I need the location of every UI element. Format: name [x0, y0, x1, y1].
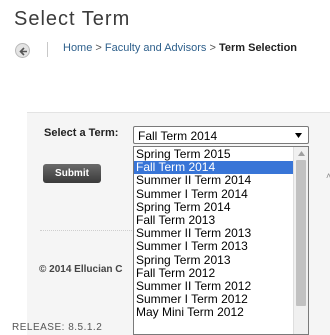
page-title: Select Term — [14, 8, 131, 30]
term-option[interactable]: Spring Term 2014 — [134, 200, 294, 214]
term-option[interactable]: Fall Term 2012 — [134, 266, 294, 280]
scrollbar-thumb[interactable] — [296, 160, 306, 306]
term-option[interactable]: Summer II Term 2014 — [134, 174, 294, 187]
breadcrumb-separator: > — [209, 42, 216, 54]
term-select-value: Fall Term 2014 — [138, 129, 218, 143]
term-dropdown-list[interactable]: Spring Term 2015 Fall Term 2014 Summer I… — [133, 146, 309, 335]
back-button[interactable] — [15, 43, 30, 58]
panel-divider — [40, 230, 132, 231]
term-option[interactable]: May Mini Term 2012 — [134, 306, 294, 319]
term-select-label: Select a Term: — [44, 127, 119, 139]
breadcrumb-current: Term Selection — [218, 42, 298, 54]
breadcrumb: Home > Faculty and Advisors > Term Selec… — [63, 42, 297, 54]
dropdown-scrollbar[interactable] — [293, 147, 308, 334]
breadcrumb-faculty-link[interactable]: Faculty and Advisors — [105, 42, 207, 54]
copyright-text: © 2014 Ellucian C — [39, 264, 123, 275]
submit-button[interactable]: Submit — [43, 164, 101, 183]
term-select[interactable]: Fall Term 2014 — [133, 126, 309, 144]
side-mark: ˄ — [326, 171, 330, 181]
term-option[interactable]: Spring Term 2013 — [134, 253, 294, 267]
breadcrumb-separator: > — [95, 42, 102, 54]
scroll-up-icon[interactable] — [298, 151, 305, 156]
toolbar-divider — [47, 42, 48, 57]
back-arrow-icon — [19, 47, 27, 56]
term-option[interactable]: Summer I Term 2013 — [134, 240, 294, 253]
term-option[interactable]: Summer I Term 2014 — [134, 187, 294, 201]
breadcrumb-home-link[interactable]: Home — [63, 42, 92, 54]
chevron-down-icon — [295, 133, 302, 138]
release-text: RELEASE: 8.5.1.2 — [12, 322, 103, 333]
